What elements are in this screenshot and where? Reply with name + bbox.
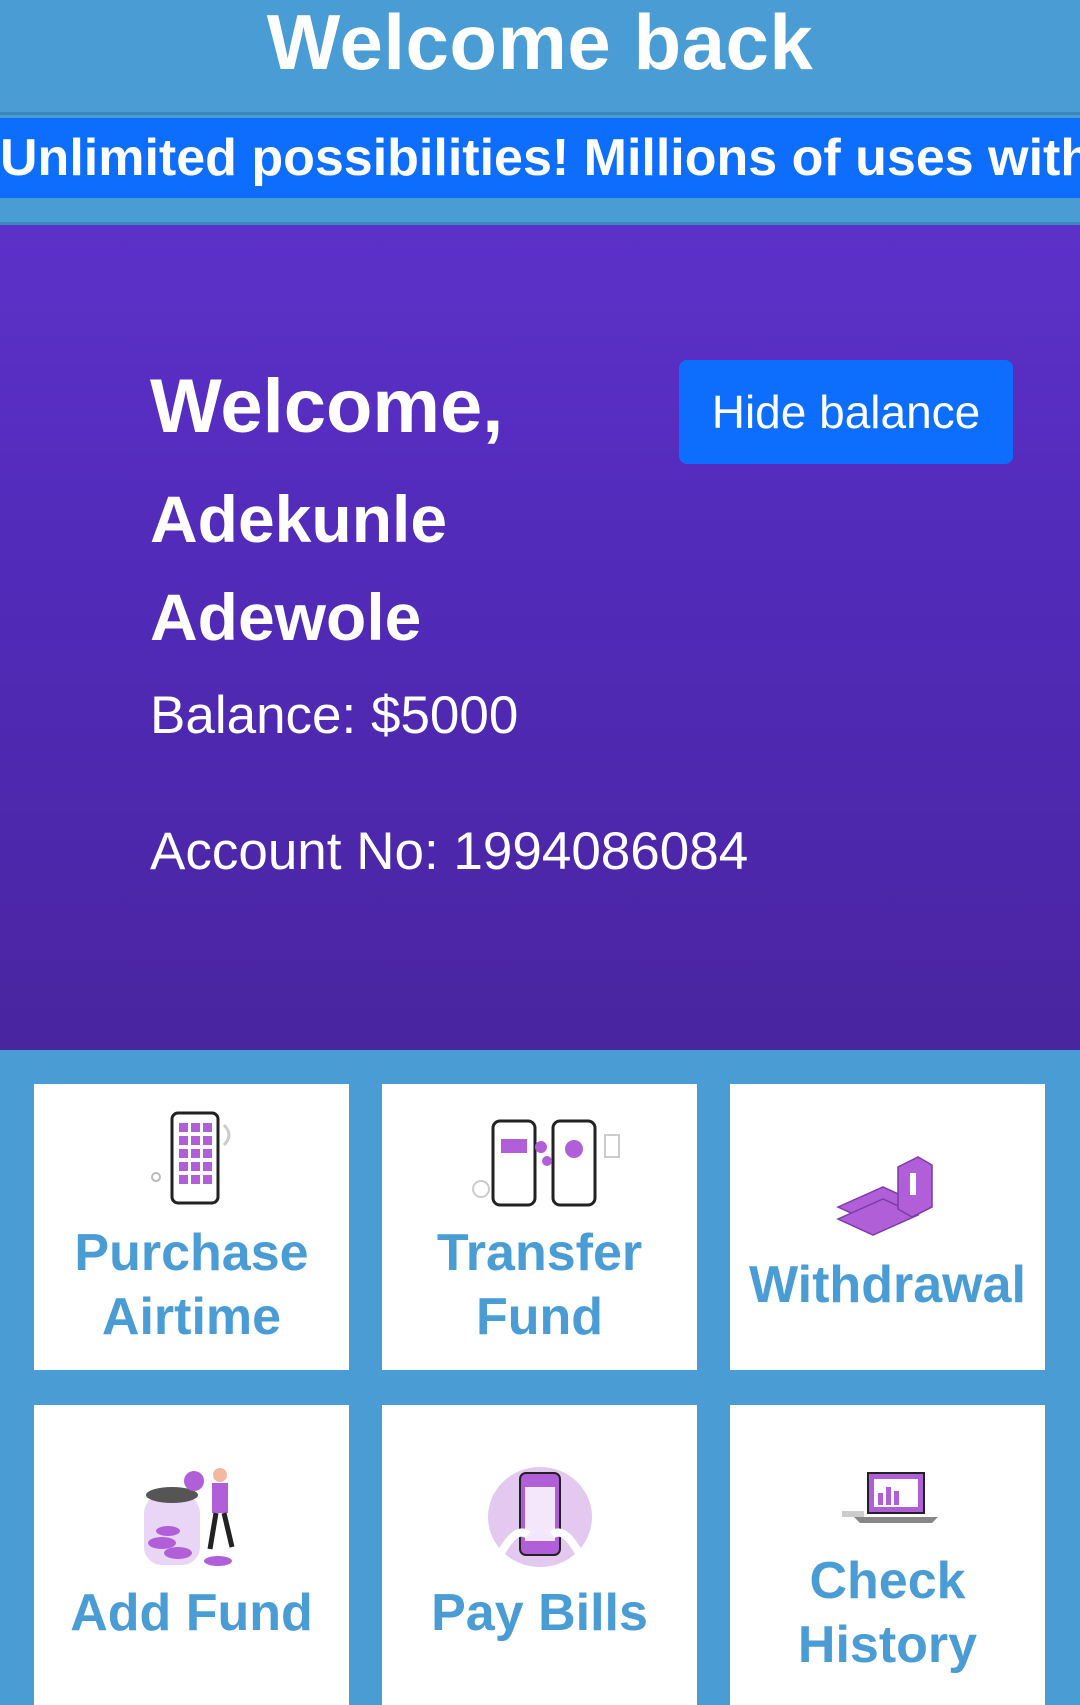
- service-label: Pay Bills: [431, 1584, 648, 1642]
- service-label: Add Fund: [70, 1584, 313, 1642]
- check-history-card[interactable]: Check History: [730, 1405, 1045, 1705]
- service-label: Transfer Fund: [436, 1224, 643, 1346]
- welcome-greeting: Welcome,: [150, 364, 504, 449]
- add-fund-card[interactable]: Add Fund: [34, 1405, 349, 1705]
- phone-apps-illustration-icon: [150, 1111, 230, 1205]
- transfer-fund-card[interactable]: Transfer Fund: [382, 1084, 697, 1370]
- service-label: Withdrawal: [749, 1256, 1026, 1314]
- app-header: Welcome back: [0, 0, 1080, 112]
- service-label: Purchase Airtime: [74, 1224, 309, 1346]
- account-summary-card: Welcome, Adekunle Adewole Balance: $5000…: [0, 222, 1080, 1050]
- service-label: Check History: [797, 1552, 978, 1674]
- withdrawal-card[interactable]: Withdrawal: [730, 1084, 1045, 1370]
- user-name: Adekunle Adewole: [150, 482, 448, 654]
- laptop-history-illustration-icon: [841, 1472, 938, 1523]
- cash-stack-illustration-icon: [835, 1156, 933, 1236]
- payment-phone-illustration-icon: [487, 1467, 592, 1567]
- announcement-marquee: Unlimited possibilities! Millions of use…: [0, 118, 1080, 198]
- announcement-bar: Unlimited possibilities! Millions of use…: [0, 112, 1080, 222]
- pay-bills-card[interactable]: Pay Bills: [382, 1405, 697, 1705]
- phone-transfer-illustration-icon: [471, 1119, 620, 1207]
- hide-balance-button[interactable]: Hide balance: [679, 360, 1013, 464]
- balance-text: Balance: $5000: [150, 686, 519, 745]
- purchase-airtime-card[interactable]: Purchase Airtime: [34, 1084, 349, 1370]
- services-grid: Purchase Airtime Transfer Fund Withdrawa…: [34, 1084, 1046, 1705]
- coin-jar-illustration-icon: [143, 1468, 234, 1566]
- page-title: Welcome back: [266, 0, 814, 86]
- account-number: Account No: 1994086084: [150, 822, 749, 881]
